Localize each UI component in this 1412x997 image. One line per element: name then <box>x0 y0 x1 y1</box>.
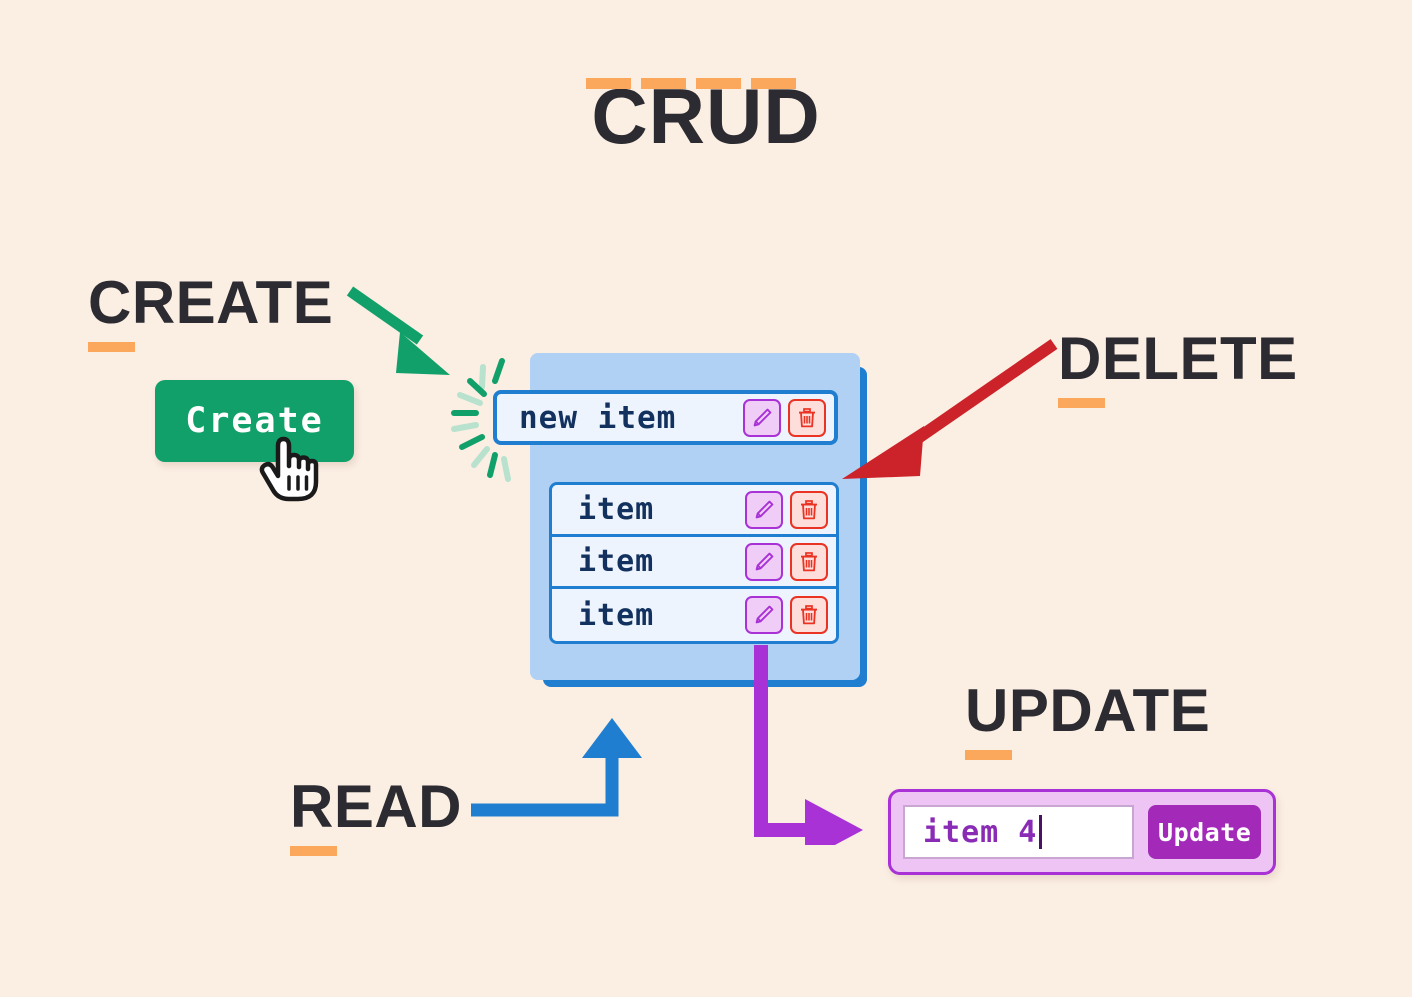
new-item-row[interactable]: new item <box>493 390 838 445</box>
new-item-edit-button[interactable] <box>743 398 781 437</box>
title-dash-2 <box>641 78 686 89</box>
update-input[interactable]: item 4 <box>903 805 1135 859</box>
title-dash-4 <box>751 78 796 89</box>
crud-diagram: CRUD CREATE DELETE READ UPDATE Create ne… <box>0 0 1412 997</box>
text-caret <box>1039 815 1043 849</box>
label-delete-text: DELETE <box>1058 325 1298 392</box>
label-delete: DELETE <box>1058 328 1298 408</box>
new-item-text: new item <box>519 399 677 436</box>
label-update: UPDATE <box>965 680 1210 760</box>
label-delete-underline <box>1058 398 1105 408</box>
label-read: READ <box>290 776 462 856</box>
list-item[interactable]: item <box>552 537 836 589</box>
title-underline <box>586 78 796 89</box>
label-create-underline <box>88 342 135 352</box>
update-input-value: item 4 <box>923 814 1038 850</box>
label-create: CREATE <box>88 272 333 352</box>
new-item-delete-button[interactable] <box>788 398 826 437</box>
pencil-icon <box>755 605 774 624</box>
label-read-underline <box>290 846 337 856</box>
pencil-icon <box>755 552 774 570</box>
trash-icon <box>799 407 815 427</box>
trash-icon <box>801 605 817 625</box>
label-update-text: UPDATE <box>965 677 1211 744</box>
label-read-text: READ <box>290 773 463 840</box>
create-button[interactable]: Create <box>155 380 354 462</box>
list-item[interactable]: item <box>552 485 836 537</box>
pencil-icon <box>755 500 774 518</box>
label-create-text: CREATE <box>88 269 334 336</box>
item-list: item item item <box>549 482 839 644</box>
list-item-delete-button[interactable] <box>790 542 828 581</box>
list-item-edit-button[interactable] <box>745 490 783 529</box>
list-item-edit-button[interactable] <box>745 542 783 581</box>
list-item-delete-button[interactable] <box>790 596 828 634</box>
list-item[interactable]: item <box>552 589 836 641</box>
update-panel: item 4 Update <box>888 789 1276 875</box>
title-dash-1 <box>586 78 631 89</box>
title-dash-3 <box>696 78 741 89</box>
list-item-text: item <box>578 492 655 527</box>
list-item-delete-button[interactable] <box>790 490 828 529</box>
arrow-read <box>471 718 642 817</box>
pencil-icon <box>753 408 772 426</box>
update-button[interactable]: Update <box>1148 805 1261 859</box>
label-update-underline <box>965 750 1012 760</box>
trash-icon <box>801 551 817 571</box>
list-item-edit-button[interactable] <box>745 596 783 634</box>
trash-icon <box>801 499 817 519</box>
list-item-text: item <box>578 544 655 579</box>
list-item-text: item <box>578 597 655 633</box>
